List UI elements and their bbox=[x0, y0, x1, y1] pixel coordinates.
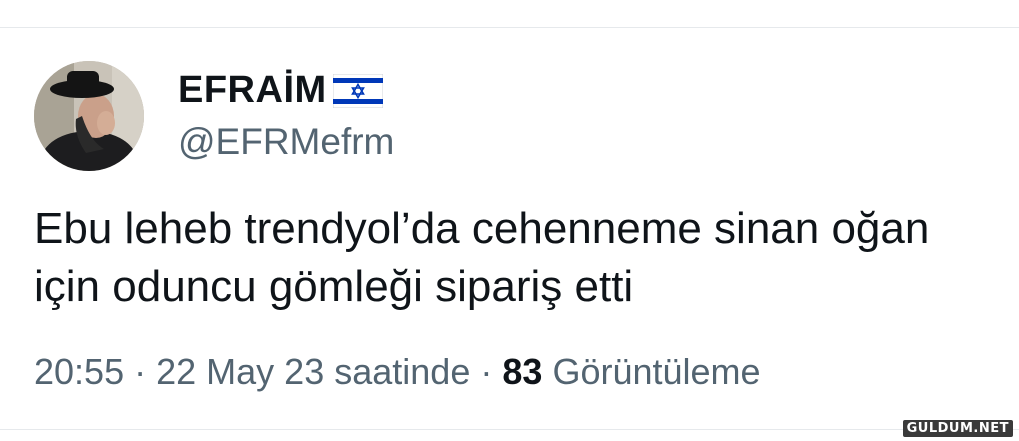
author-name-row[interactable]: EFRAİM bbox=[178, 68, 383, 112]
tweet-date[interactable]: 22 May 23 saatinde bbox=[156, 351, 470, 392]
israel-flag-icon bbox=[332, 74, 383, 108]
meta-separator: · bbox=[134, 351, 147, 392]
avatar-image bbox=[34, 61, 144, 171]
view-label[interactable]: Görüntüleme bbox=[552, 351, 760, 392]
meta-separator: · bbox=[480, 351, 493, 392]
author-display-name[interactable]: EFRAİM bbox=[178, 68, 327, 112]
site-watermark: GULDUM.NET bbox=[902, 420, 1013, 437]
tweet-time[interactable]: 20:55 bbox=[34, 351, 124, 392]
top-divider bbox=[0, 27, 1019, 28]
tweet-text: Ebu leheb trendyol’da cehenneme sinan oğ… bbox=[34, 204, 930, 311]
author-avatar[interactable] bbox=[34, 61, 144, 171]
author-handle[interactable]: @EFRMefrm bbox=[178, 120, 394, 164]
bottom-divider bbox=[0, 429, 1019, 430]
tweet-metadata: 20:55 · 22 May 23 saatinde · 83 Görüntül… bbox=[34, 350, 761, 394]
view-count[interactable]: 83 bbox=[502, 351, 542, 392]
